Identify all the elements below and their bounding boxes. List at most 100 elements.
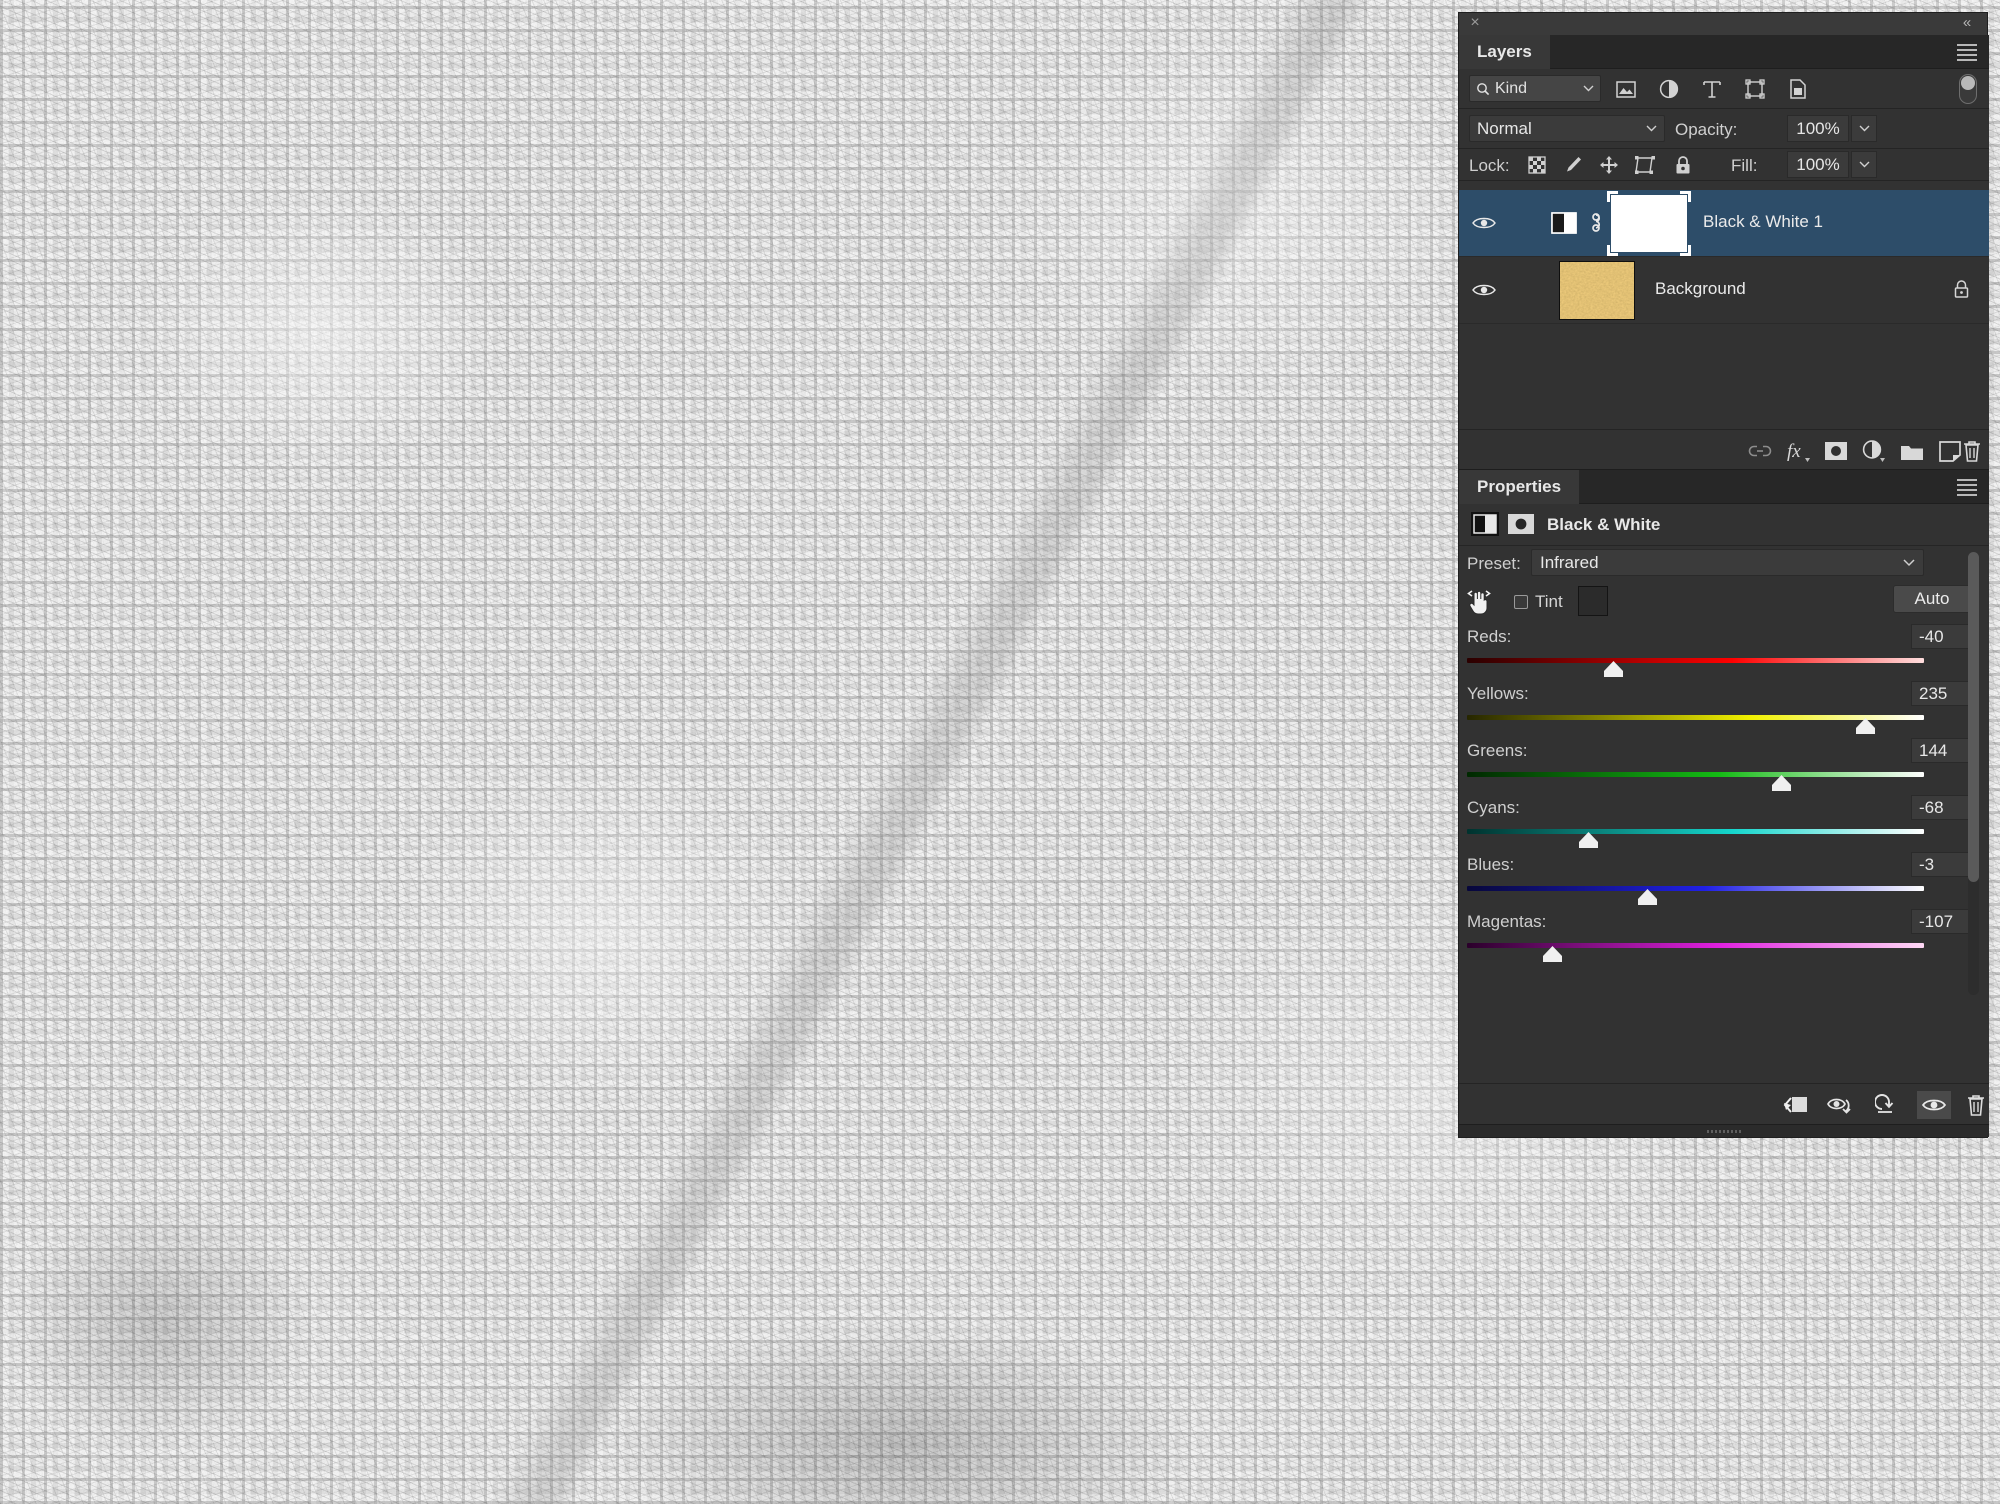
slider-track[interactable]: [1467, 943, 1924, 948]
chevron-down-icon: [1859, 161, 1869, 168]
properties-panel: Properties Black & White Preset: Infrare…: [1459, 469, 1989, 1137]
blend-mode-select[interactable]: Normal: [1469, 115, 1665, 142]
panel-dock: × « Layers Kind Normal Opacity: 100% Loc…: [1458, 12, 1989, 1138]
black-and-white-adjustment-icon[interactable]: [1551, 212, 1577, 234]
slider-label: Blues:: [1467, 855, 1515, 874]
slider-magentas: Magentas: -107: [1459, 909, 1989, 966]
black-and-white-adjustment-icon[interactable]: [1471, 512, 1499, 536]
view-previous-state-button[interactable]: [1825, 1091, 1859, 1119]
lock-image-pixels-icon[interactable]: [1561, 153, 1585, 177]
lock-artboard-nesting-icon[interactable]: [1633, 153, 1657, 177]
layer-list[interactable]: Black & White 1 Background: [1459, 190, 1989, 430]
table-row[interactable]: Background: [1459, 257, 1989, 324]
tab-layers[interactable]: Layers: [1459, 35, 1550, 69]
delete-adjustment-button[interactable]: [1959, 1091, 1993, 1119]
filter-kind-select[interactable]: Kind: [1469, 75, 1601, 102]
layer-style-button[interactable]: fx: [1785, 438, 1811, 464]
lock-transparent-pixels-icon[interactable]: [1525, 153, 1549, 177]
layers-tabstrip: Layers: [1459, 35, 1989, 69]
collapse-panels-icon[interactable]: «: [1955, 14, 1977, 32]
reset-adjustment-button[interactable]: [1871, 1091, 1905, 1119]
slider-value-input[interactable]: -3: [1911, 852, 1971, 877]
link-layers-button[interactable]: [1747, 438, 1773, 464]
properties-scrollbar[interactable]: [1968, 552, 1979, 995]
opacity-input[interactable]: 100%: [1787, 115, 1849, 142]
slider-greens: Greens: 144: [1459, 738, 1989, 795]
add-layer-mask-button[interactable]: [1823, 438, 1849, 464]
slider-thumb[interactable]: [1853, 718, 1877, 735]
slider-label: Yellows:: [1467, 684, 1529, 703]
layer-thumbnail[interactable]: [1559, 261, 1635, 320]
tab-properties[interactable]: Properties: [1459, 470, 1580, 504]
slider-value-input[interactable]: -40: [1911, 624, 1971, 649]
chevron-down-icon: [1646, 125, 1657, 132]
tint-checkbox[interactable]: [1514, 595, 1528, 609]
slider-thumb[interactable]: [1602, 661, 1626, 678]
adjustment-title: Black & White: [1547, 515, 1661, 534]
panel-resize-handle[interactable]: [1459, 1124, 1989, 1137]
clip-to-layer-button[interactable]: [1779, 1091, 1813, 1119]
layer-visibility-icon[interactable]: [1471, 212, 1497, 234]
slider-thumb[interactable]: [1770, 775, 1794, 792]
preset-select[interactable]: Infrared: [1531, 549, 1924, 576]
lock-all-icon[interactable]: [1671, 153, 1695, 177]
properties-panel-menu-icon[interactable]: [1957, 479, 1977, 496]
slider-blues: Blues: -3: [1459, 852, 1989, 909]
slider-value-input[interactable]: -68: [1911, 795, 1971, 820]
slider-track[interactable]: [1467, 772, 1924, 777]
preset-row: Preset: Infrared: [1459, 546, 1989, 580]
on-image-adjustment-tool-icon[interactable]: [1465, 586, 1495, 618]
slider-thumb[interactable]: [1576, 832, 1600, 849]
layer-name[interactable]: Background: [1655, 279, 1746, 299]
layer-name[interactable]: Black & White 1: [1703, 212, 1823, 232]
slider-track[interactable]: [1467, 829, 1924, 834]
link-mask-icon[interactable]: [1589, 211, 1605, 235]
lock-position-icon[interactable]: [1597, 153, 1621, 177]
pixel-layer-filter-icon[interactable]: [1614, 77, 1638, 101]
properties-tabstrip: Properties: [1459, 470, 1989, 504]
layer-locked-icon: [1953, 279, 1971, 301]
table-row[interactable]: Black & White 1: [1459, 190, 1989, 257]
shape-layer-filter-icon[interactable]: [1743, 77, 1767, 101]
toggle-layer-visibility-button[interactable]: [1917, 1091, 1951, 1119]
resize-grip-icon: [1707, 1130, 1741, 1133]
type-layer-filter-icon[interactable]: [1700, 77, 1724, 101]
slider-thumb[interactable]: [1541, 946, 1564, 963]
layer-mask-icon[interactable]: [1507, 512, 1535, 536]
new-adjustment-layer-button[interactable]: [1861, 438, 1887, 464]
properties-body: Preset: Infrared Tint Auto Reds: -40 Yel…: [1459, 546, 1989, 1101]
chevron-down-icon: [1583, 85, 1594, 92]
filter-kind-label: Kind: [1495, 79, 1528, 97]
tint-color-swatch[interactable]: [1578, 586, 1608, 616]
layer-mask-thumbnail[interactable]: [1607, 191, 1691, 256]
lock-label: Lock:: [1469, 156, 1510, 175]
slider-thumb[interactable]: [1636, 889, 1660, 906]
blend-mode-row: Normal Opacity: 100%: [1459, 109, 1989, 149]
slider-track[interactable]: [1467, 886, 1924, 891]
slider-label: Reds:: [1467, 627, 1512, 646]
smart-object-filter-icon[interactable]: [1786, 77, 1810, 101]
new-group-button[interactable]: [1899, 438, 1925, 464]
filter-enable-toggle[interactable]: [1959, 74, 1977, 104]
slider-value-input[interactable]: 235: [1911, 681, 1971, 706]
scrollbar-thumb[interactable]: [1968, 552, 1979, 882]
slider-reds: Reds: -40: [1459, 624, 1989, 681]
fill-input[interactable]: 100%: [1787, 151, 1849, 178]
tint-row: Tint Auto: [1459, 580, 1989, 624]
opacity-stepper[interactable]: [1851, 115, 1877, 142]
slider-label: Greens:: [1467, 741, 1528, 760]
delete-layer-button[interactable]: [1959, 438, 1985, 464]
layers-panel-menu-icon[interactable]: [1957, 44, 1977, 61]
chevron-down-icon: [1903, 558, 1915, 566]
chevron-down-icon: [1859, 125, 1869, 132]
fill-stepper[interactable]: [1851, 151, 1877, 178]
slider-value-input[interactable]: 144: [1911, 738, 1971, 763]
layers-panel: Layers Kind Normal Opacity: 100% Lock: F…: [1459, 35, 1989, 469]
slider-value-input[interactable]: -107: [1911, 909, 1971, 934]
properties-footer-toolbar: [1459, 1083, 1989, 1123]
layer-visibility-icon[interactable]: [1471, 279, 1497, 301]
auto-button[interactable]: Auto: [1893, 585, 1971, 613]
slider-track[interactable]: [1467, 658, 1924, 663]
adjustment-layer-filter-icon[interactable]: [1657, 77, 1681, 101]
close-icon[interactable]: ×: [1467, 15, 1483, 31]
